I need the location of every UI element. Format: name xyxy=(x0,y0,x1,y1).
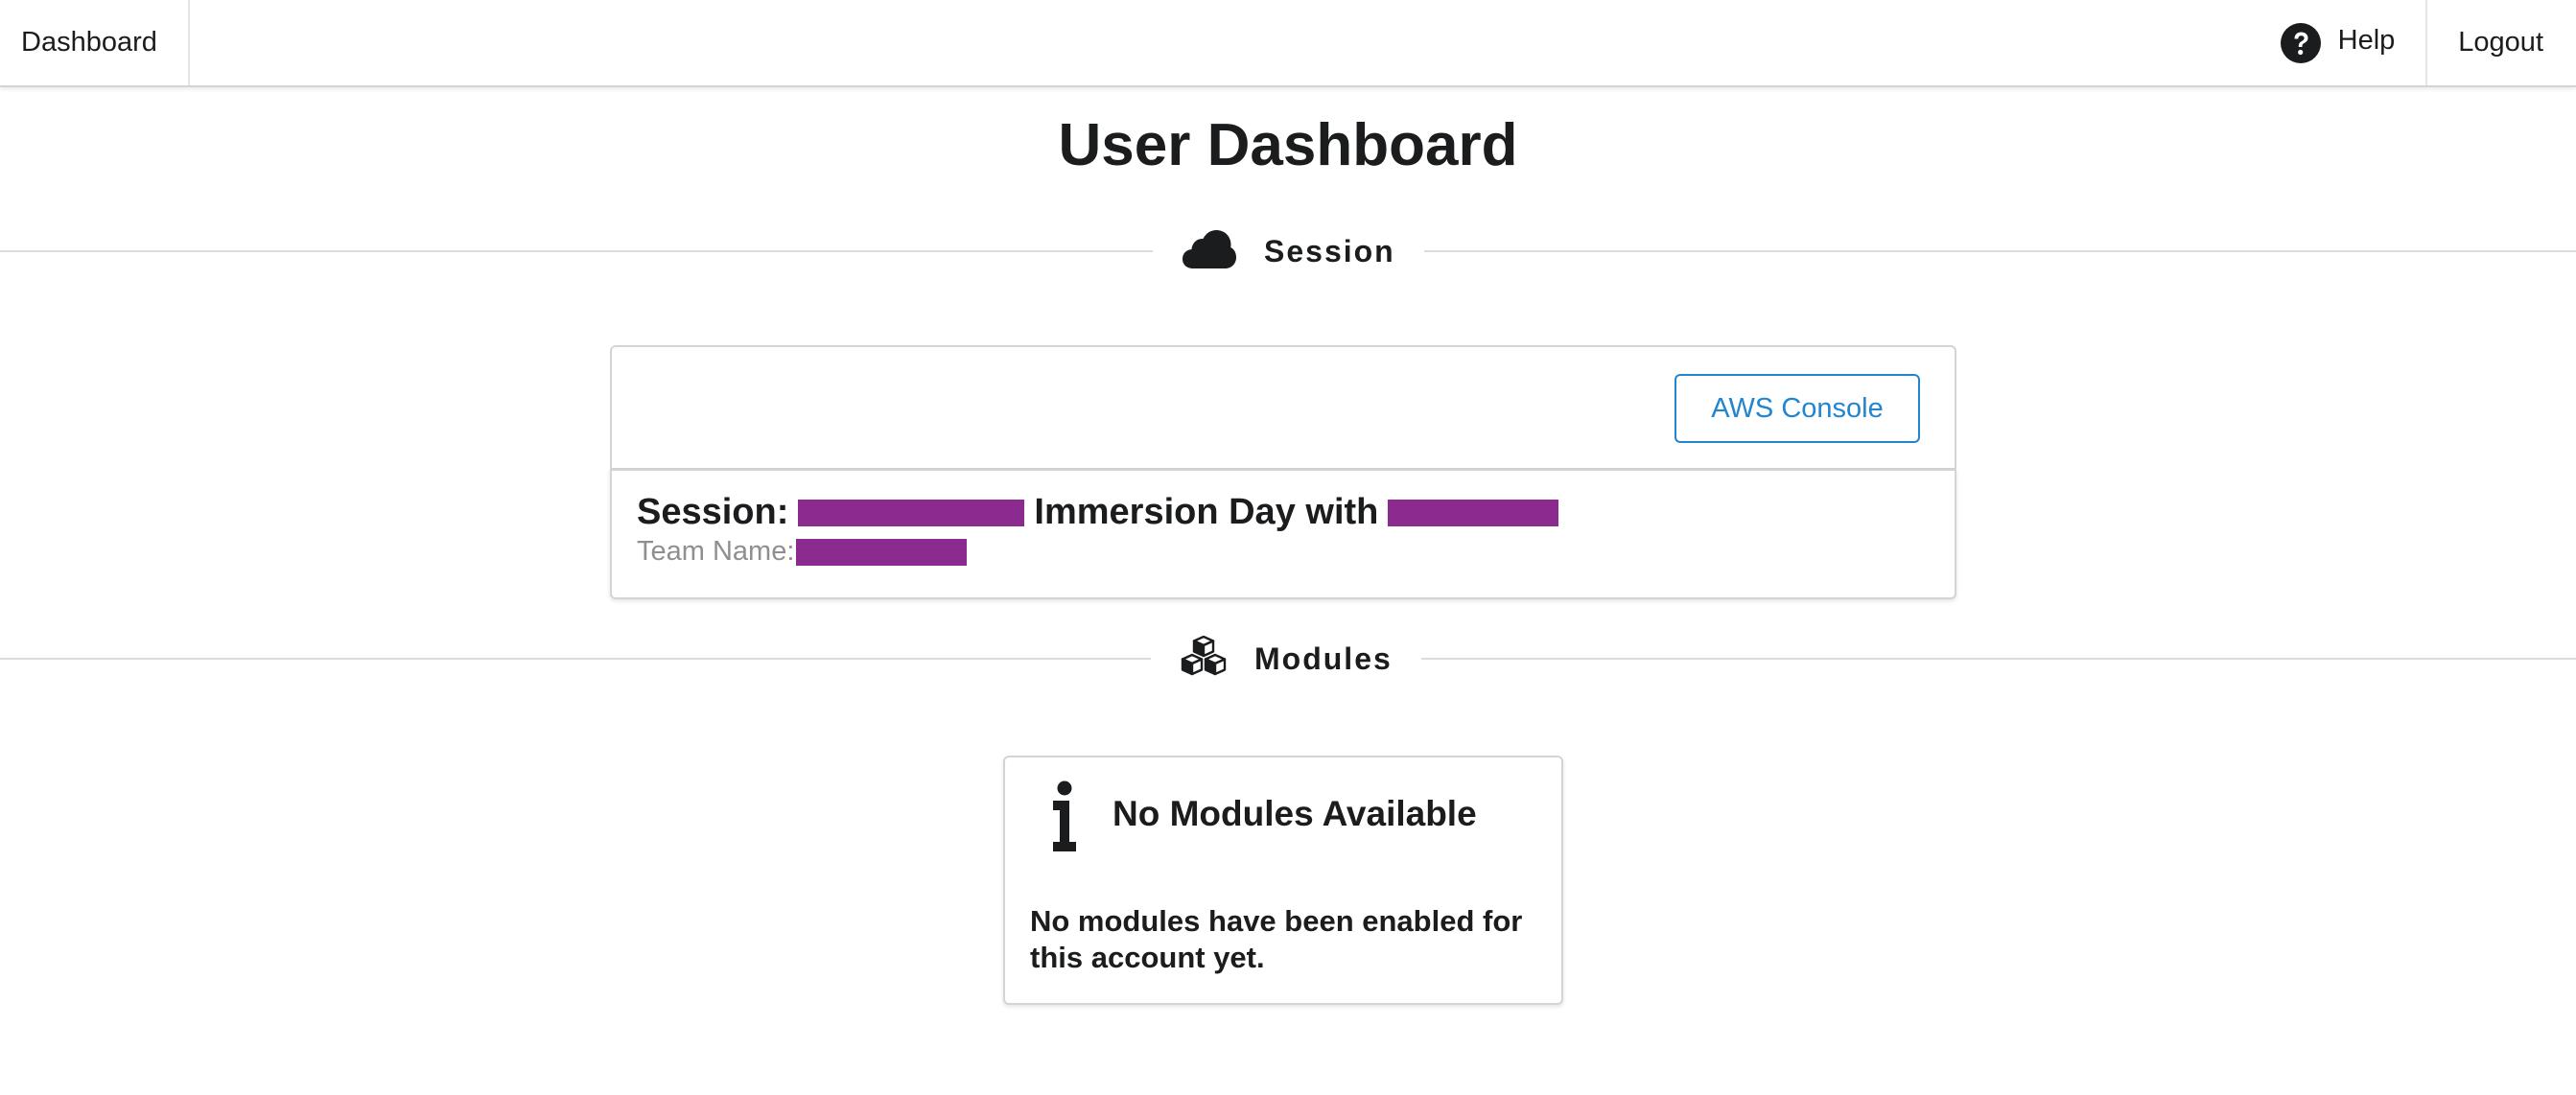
menu-help-link[interactable]: Help xyxy=(2250,0,2428,85)
menu-dashboard-link[interactable]: Dashboard xyxy=(0,0,190,85)
info-icon xyxy=(1051,780,1078,858)
team-name-line: Team Name: xyxy=(637,536,968,568)
modules-divider-heading: Modules xyxy=(1151,630,1421,687)
session-info-segment: Session: Immersion Day with Team Name: xyxy=(610,469,1956,599)
no-modules-message: No modules have been enabled for this ac… xyxy=(1030,904,1523,974)
modules-section-divider: Modules xyxy=(0,630,2576,687)
team-name-label: Team Name: xyxy=(637,536,795,567)
cubes-icon xyxy=(1180,635,1228,683)
aws-console-button[interactable]: AWS Console xyxy=(1674,374,1920,443)
cloud-icon xyxy=(1182,229,1237,274)
session-middle-text: Immersion Day with xyxy=(1034,492,1379,532)
session-partner-redaction xyxy=(1388,499,1559,526)
team-name-redaction xyxy=(796,538,968,566)
session-name-redaction xyxy=(798,499,1025,526)
menu-spacer xyxy=(190,0,2250,85)
menu-logout-link[interactable]: Logout xyxy=(2427,0,2576,85)
session-divider-label: Session xyxy=(1264,233,1395,268)
session-section-divider: Session xyxy=(0,222,2576,280)
session-actions-segment: AWS Console xyxy=(610,345,1956,470)
session-prefix: Session: xyxy=(637,492,789,532)
session-heading: Session: Immersion Day with xyxy=(637,492,1559,533)
menu-logout-label: Logout xyxy=(2458,27,2543,58)
menu-dashboard-label: Dashboard xyxy=(21,27,157,58)
top-menu: Dashboard Help Logout xyxy=(0,0,2576,87)
menu-help-label: Help xyxy=(2337,25,2396,56)
question-circle-icon xyxy=(2280,22,2321,63)
no-modules-header: No Modules Available xyxy=(1051,780,1477,858)
no-modules-title: No Modules Available xyxy=(1112,794,1477,833)
page-title: User Dashboard xyxy=(1058,112,1518,178)
no-modules-card: No Modules Available No modules have bee… xyxy=(1003,756,1563,1005)
modules-divider-label: Modules xyxy=(1254,641,1393,676)
session-divider-heading: Session xyxy=(1153,222,1424,280)
